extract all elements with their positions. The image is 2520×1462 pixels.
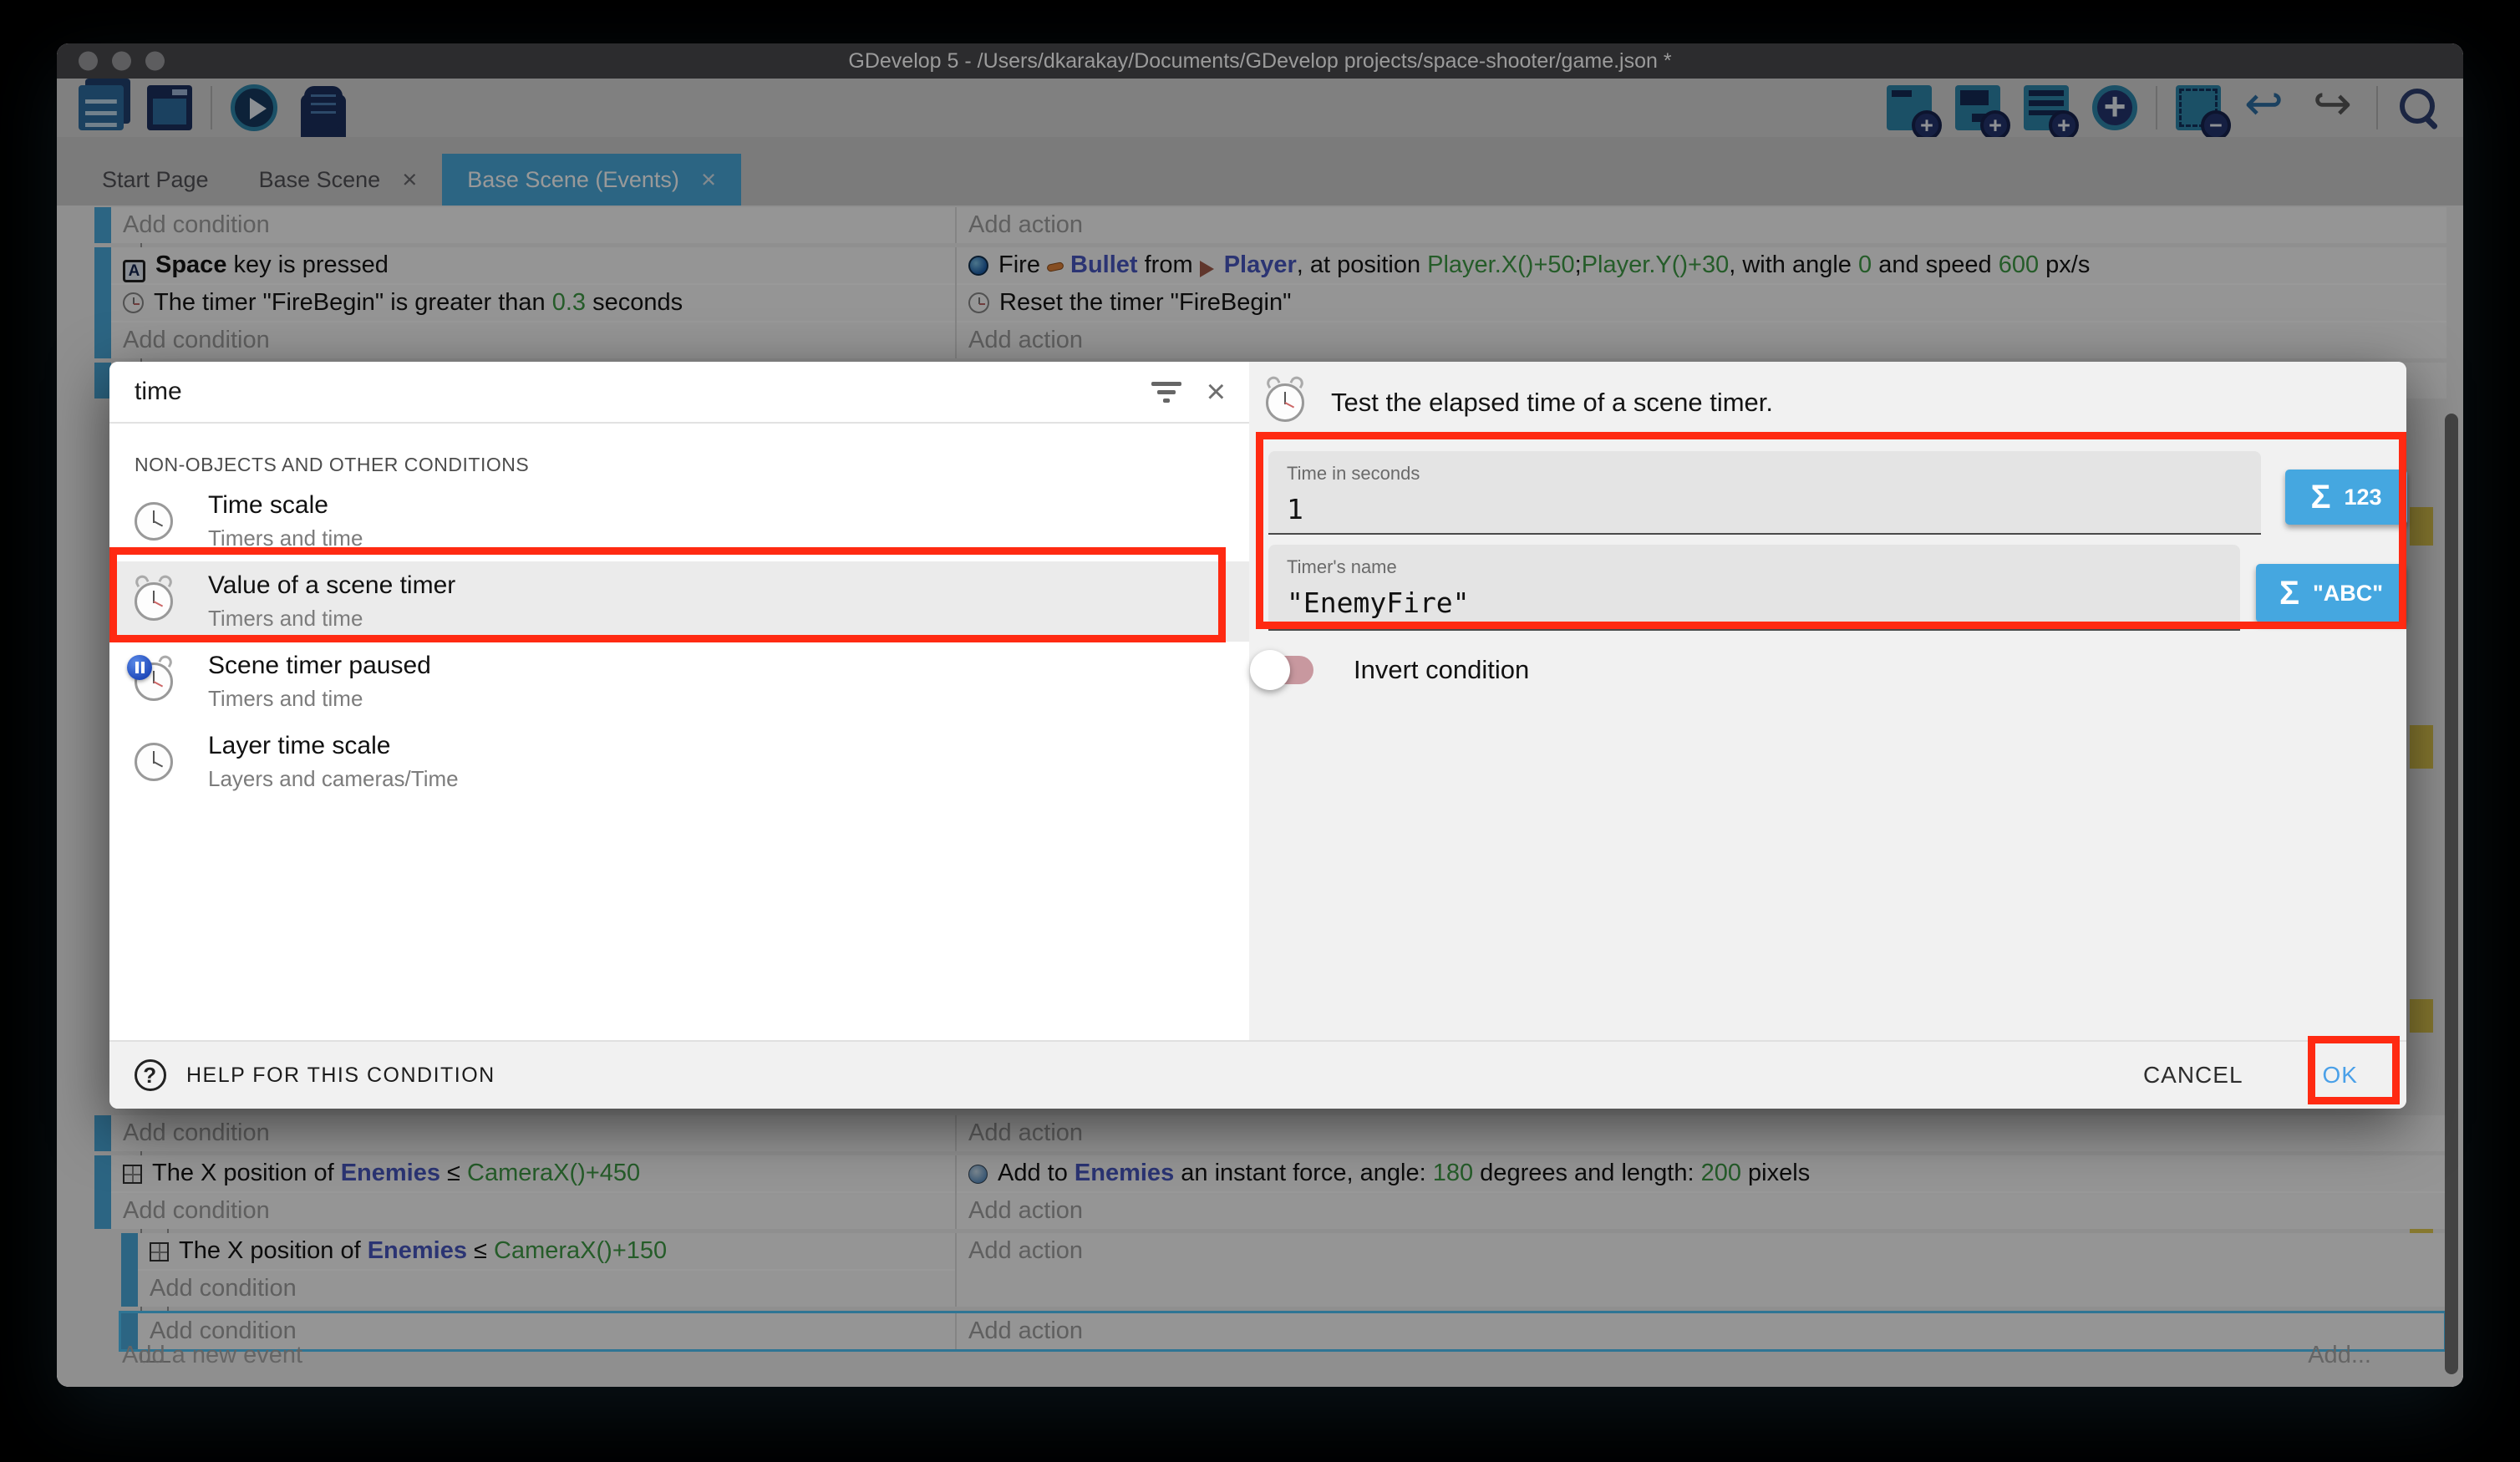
alarm-clock-icon: [1266, 383, 1304, 422]
field-value[interactable]: "EnemyFire": [1287, 586, 2222, 619]
toggle-knob: [1250, 650, 1290, 690]
pause-badge-icon: [127, 655, 152, 680]
field-label: Time in seconds: [1287, 463, 2243, 485]
time-in-seconds-field[interactable]: Time in seconds 1: [1268, 451, 2261, 535]
ok-button[interactable]: OK: [2323, 1062, 2358, 1089]
condition-item-scene-timer-paused[interactable]: Scene timer paused Timers and time: [109, 642, 1249, 722]
search-input[interactable]: [133, 377, 1151, 407]
button-label: 123: [2344, 485, 2381, 510]
condition-search-panel: × NON-OBJECTS AND OTHER CONDITIONS Time …: [109, 362, 1249, 1040]
condition-list: Time scaleTimers and timeValue of a scen…: [109, 481, 1249, 802]
timer-name-field[interactable]: Timer's name "EnemyFire": [1268, 545, 2240, 631]
clock-icon: [135, 502, 173, 541]
field-label: Timer's name: [1287, 556, 2222, 578]
field-value[interactable]: 1: [1287, 493, 2243, 525]
alarm-paused-icon: [135, 662, 173, 701]
invert-condition-row: Invert condition: [1258, 655, 1529, 685]
item-subtitle: Timers and time: [208, 606, 455, 632]
item-title: Value of a scene timer: [208, 571, 455, 600]
invert-condition-toggle[interactable]: [1258, 656, 1313, 684]
item-text: Scene timer paused Timers and time: [208, 652, 431, 712]
item-title: Time scale: [208, 491, 363, 520]
condition-item-layer-time-scale[interactable]: Layer time scale Layers and cameras/Time: [109, 722, 1249, 802]
condition-header: Test the elapsed time of a scene timer.: [1266, 383, 1773, 422]
clock-icon: [135, 743, 173, 781]
minimize-window-icon[interactable]: [112, 52, 131, 71]
item-title: Layer time scale: [208, 732, 459, 760]
screenshot-root: GDevelop 5 - /Users/dkarakay/Documents/G…: [0, 0, 2520, 1462]
section-header: NON-OBJECTS AND OTHER CONDITIONS: [109, 424, 1249, 481]
condition-item-value-of-a-scene-timer[interactable]: Value of a scene timer Timers and time: [109, 561, 1249, 642]
expression-editor-button-number[interactable]: Σ 123: [2285, 470, 2407, 525]
close-window-icon[interactable]: [79, 52, 98, 71]
sigma-icon: Σ: [2310, 480, 2330, 514]
help-label: HELP FOR THIS CONDITION: [186, 1064, 495, 1088]
sigma-icon: Σ: [2279, 576, 2299, 610]
invert-condition-label: Invert condition: [1354, 655, 1529, 685]
alarm-icon: [135, 582, 173, 621]
item-text: Layer time scale Layers and cameras/Time: [208, 732, 459, 792]
item-title: Scene timer paused: [208, 652, 431, 680]
filter-icon[interactable]: [1151, 378, 1181, 407]
expression-editor-button-string[interactable]: Σ "ABC": [2256, 564, 2406, 622]
help-icon: ?: [135, 1059, 166, 1091]
condition-detail-panel: Test the elapsed time of a scene timer. …: [1249, 362, 2406, 1040]
search-row: ×: [109, 362, 1249, 424]
title-bar: GDevelop 5 - /Users/dkarakay/Documents/G…: [57, 43, 2463, 79]
item-subtitle: Layers and cameras/Time: [208, 766, 459, 792]
zoom-window-icon[interactable]: [145, 52, 165, 71]
item-text: Time scale Timers and time: [208, 491, 363, 551]
condition-title: Test the elapsed time of a scene timer.: [1331, 388, 1773, 418]
item-subtitle: Timers and time: [208, 686, 431, 712]
cancel-button[interactable]: CANCEL: [2143, 1062, 2243, 1089]
item-text: Value of a scene timer Timers and time: [208, 571, 455, 632]
traffic-lights[interactable]: [79, 52, 165, 71]
dialog-footer: ? HELP FOR THIS CONDITION CANCEL OK: [109, 1040, 2406, 1109]
condition-editor-dialog: × NON-OBJECTS AND OTHER CONDITIONS Time …: [109, 362, 2406, 1109]
help-button[interactable]: ? HELP FOR THIS CONDITION: [135, 1059, 495, 1091]
close-icon[interactable]: ×: [1207, 375, 1226, 409]
window-title: GDevelop 5 - /Users/dkarakay/Documents/G…: [848, 49, 1671, 74]
button-label: "ABC": [2313, 581, 2383, 607]
condition-item-time-scale[interactable]: Time scale Timers and time: [109, 481, 1249, 561]
item-subtitle: Timers and time: [208, 525, 363, 551]
